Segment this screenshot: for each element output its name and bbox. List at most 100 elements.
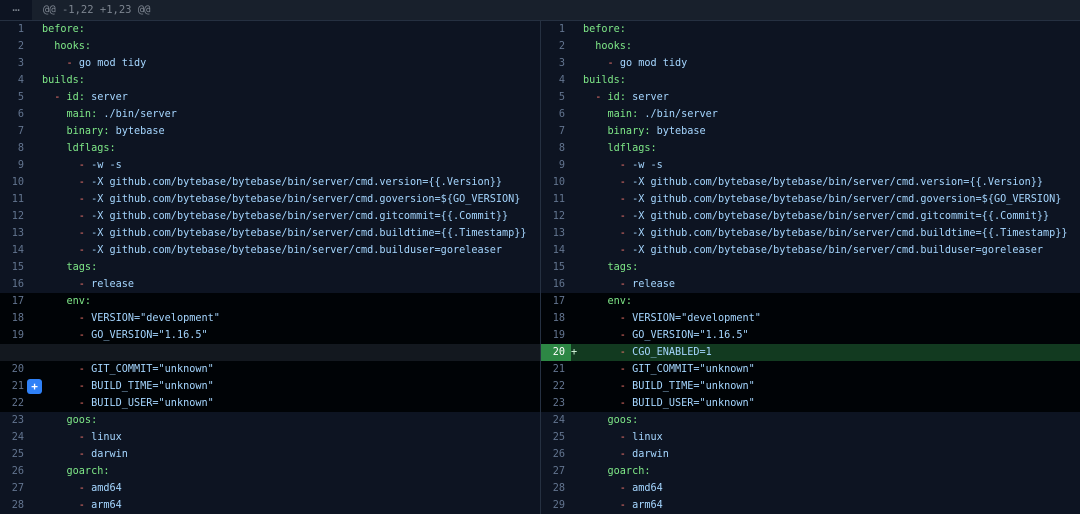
diff-marker [30,293,42,310]
line-number[interactable]: 15 [0,259,30,276]
line-number[interactable]: 5 [0,89,30,106]
line-number[interactable]: 27 [0,480,30,497]
line-number[interactable]: 4 [0,72,30,89]
line-number[interactable]: 21 [0,378,30,395]
line-number[interactable]: 19 [541,327,571,344]
diff-row-left: 19 - GO_VERSION="1.16.5" [0,327,540,344]
line-number[interactable]: 22 [541,378,571,395]
syntax-token: - [42,58,79,69]
line-number[interactable]: 11 [541,191,571,208]
code-line: - id: server [42,89,540,106]
diff-row-left: 15 tags: [0,259,540,276]
diff-row-right: 7 binary: bytebase [540,123,1080,140]
diff-row: 18 - VERSION="development"18 - VERSION="… [0,310,1080,327]
syntax-token: -X github.com/bytebase/bytebase/bin/serv… [91,245,502,256]
line-number[interactable]: 1 [541,21,571,38]
line-number[interactable]: 19 [0,327,30,344]
add-comment-button[interactable]: + [27,379,42,394]
syntax-token: - [583,449,632,460]
line-number[interactable]: 17 [0,293,30,310]
diff-marker [571,174,583,191]
diff-row-left: 2 hooks: [0,38,540,55]
code-line: env: [583,293,1080,310]
diff-marker [30,174,42,191]
diff-row: 9 - -w -s9 - -w -s [0,157,1080,174]
line-number[interactable]: 6 [0,106,30,123]
line-number[interactable]: 29 [541,497,571,514]
line-number[interactable]: 18 [541,310,571,327]
ellipsis-icon: ⋯ [12,3,19,17]
line-number[interactable]: 8 [541,140,571,157]
line-number[interactable]: 3 [541,55,571,72]
line-number[interactable]: 16 [541,276,571,293]
diff-marker [571,72,583,89]
line-number[interactable]: 16 [0,276,30,293]
diff-row-left: 28 - arm64 [0,497,540,514]
line-number[interactable]: 15 [541,259,571,276]
line-number[interactable]: 24 [541,412,571,429]
line-number[interactable]: 1 [0,21,30,38]
line-number[interactable]: 20 [541,344,571,361]
line-number[interactable]: 27 [541,463,571,480]
line-number[interactable]: 25 [541,429,571,446]
line-number[interactable]: 14 [541,242,571,259]
line-number[interactable]: 2 [541,38,571,55]
diff-marker [571,327,583,344]
line-number[interactable]: 2 [0,38,30,55]
syntax-token: bytebase [109,126,164,137]
line-number[interactable]: 24 [0,429,30,446]
line-number[interactable]: 9 [0,157,30,174]
line-number[interactable]: 25 [0,446,30,463]
syntax-token: main: [42,109,97,120]
line-number[interactable]: 7 [541,123,571,140]
syntax-token: BUILD_USER="unknown" [632,398,755,409]
line-number[interactable]: 13 [541,225,571,242]
diff-row-right: 11 - -X github.com/bytebase/bytebase/bin… [540,191,1080,208]
syntax-token: - [583,245,632,256]
diff-row-right: 25 - linux [540,429,1080,446]
line-number[interactable]: 22 [0,395,30,412]
line-number[interactable]: 6 [541,106,571,123]
code-line: goos: [583,412,1080,429]
expand-diff-button[interactable]: ⋯ [0,0,32,20]
diff-row-right: 20+ - CGO_ENABLED=1 [540,344,1080,361]
diff-marker [30,21,42,38]
line-number[interactable]: 18 [0,310,30,327]
syntax-token: - [583,364,632,375]
line-number[interactable]: 12 [0,208,30,225]
diff-marker [30,242,42,259]
line-number[interactable]: 21 [541,361,571,378]
syntax-token: linux [632,432,663,443]
syntax-token: - [583,432,632,443]
diff-row-right: 3 - go mod tidy [540,55,1080,72]
syntax-token: GO_VERSION="1.16.5" [91,330,208,341]
diff-row-left: 3 - go mod tidy [0,55,540,72]
line-number[interactable]: 13 [0,225,30,242]
line-number[interactable]: 28 [0,497,30,514]
line-number[interactable]: 17 [541,293,571,310]
line-number[interactable]: 14 [0,242,30,259]
line-number[interactable]: 9 [541,157,571,174]
code-line: ldflags: [42,140,540,157]
line-number[interactable]: 23 [541,395,571,412]
syntax-token: - [583,211,632,222]
diff-row: 22 - BUILD_USER="unknown"23 - BUILD_USER… [0,395,1080,412]
line-number[interactable]: 7 [0,123,30,140]
line-number[interactable]: 5 [541,89,571,106]
line-number[interactable]: 20 [0,361,30,378]
line-number[interactable]: 28 [541,480,571,497]
line-number[interactable]: 10 [541,174,571,191]
line-number[interactable]: 10 [0,174,30,191]
diff-row: 26 goarch:27 goarch: [0,463,1080,480]
line-number[interactable]: 26 [0,463,30,480]
syntax-token: bytebase [650,126,705,137]
diff-row: 6 main: ./bin/server6 main: ./bin/server [0,106,1080,123]
code-line: - release [42,276,540,293]
line-number[interactable]: 23 [0,412,30,429]
line-number[interactable]: 11 [0,191,30,208]
line-number[interactable]: 3 [0,55,30,72]
line-number[interactable]: 26 [541,446,571,463]
line-number[interactable]: 4 [541,72,571,89]
line-number[interactable]: 12 [541,208,571,225]
line-number[interactable]: 8 [0,140,30,157]
